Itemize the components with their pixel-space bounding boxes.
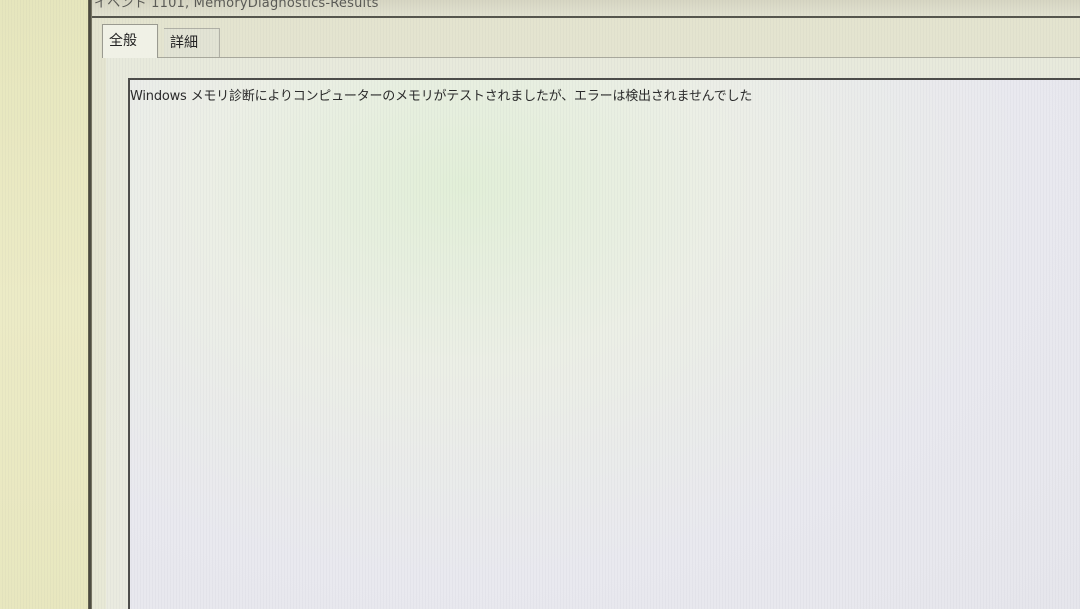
- tab-details[interactable]: 詳細: [164, 28, 220, 58]
- event-description-box[interactable]: Windows メモリ診断によりコンピューターのメモリがテストされましたが、エラ…: [128, 78, 1080, 609]
- event-description-text: Windows メモリ診断によりコンピューターのメモリがテストされましたが、エラ…: [130, 89, 753, 104]
- title-divider: [92, 16, 1080, 18]
- background-window-pane: [0, 0, 88, 609]
- title-bar[interactable]: イベント 1101, MemoryDiagnostics-Results: [92, 0, 1080, 16]
- tab-general[interactable]: 全般: [102, 24, 158, 58]
- event-properties-dialog: イベント 1101, MemoryDiagnostics-Results 全般 …: [92, 0, 1080, 609]
- window-title: イベント 1101, MemoryDiagnostics-Results: [94, 0, 379, 11]
